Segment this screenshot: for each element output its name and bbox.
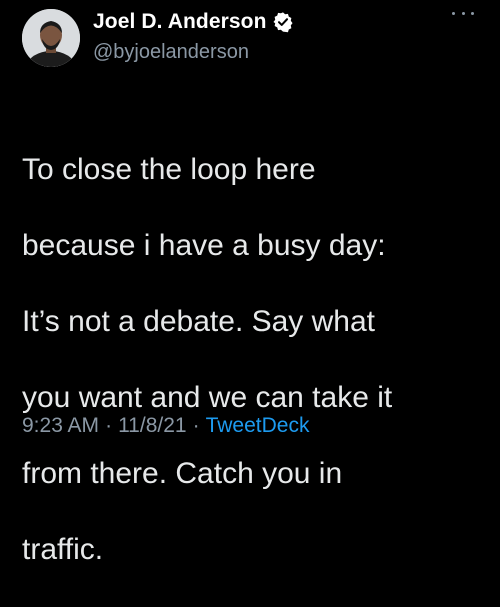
tweet-card: Joel D. Anderson @byjoelanderson To clos… [0, 0, 500, 566]
tweet-text-line: you want and we can take it [22, 381, 393, 414]
tweet-source-link[interactable]: TweetDeck [206, 414, 310, 437]
more-options-icon[interactable] [452, 6, 474, 20]
tweet-text-line: because i have a busy day: [22, 229, 386, 262]
more-dot [471, 11, 474, 15]
meta-separator: · [192, 414, 200, 437]
tweet-date[interactable]: 11/8/21 [118, 414, 187, 437]
profile-photo-icon [22, 9, 80, 67]
author-name-row: Joel D. Anderson [93, 10, 294, 34]
tweet-meta: 9:23 AM · 11/8/21 · TweetDeck [22, 414, 309, 438]
meta-separator: · [105, 414, 113, 437]
more-dot [461, 11, 465, 15]
more-dot [452, 11, 455, 15]
avatar[interactable] [22, 9, 80, 67]
tweet-text: To close the loop here because i have a … [22, 113, 482, 607]
tweet-text-line: It’s not a debate. Say what [22, 305, 376, 338]
tweet-text-line: To close the loop here [22, 153, 316, 186]
author-display-name[interactable]: Joel D. Anderson [93, 10, 267, 34]
verified-badge-icon [272, 11, 294, 33]
tweet-text-line: traffic. [22, 533, 104, 566]
tweet-text-line: from there. Catch you in [22, 457, 343, 490]
author-handle[interactable]: @byjoelanderson [93, 41, 249, 64]
tweet-time[interactable]: 9:23 AM [22, 414, 99, 437]
